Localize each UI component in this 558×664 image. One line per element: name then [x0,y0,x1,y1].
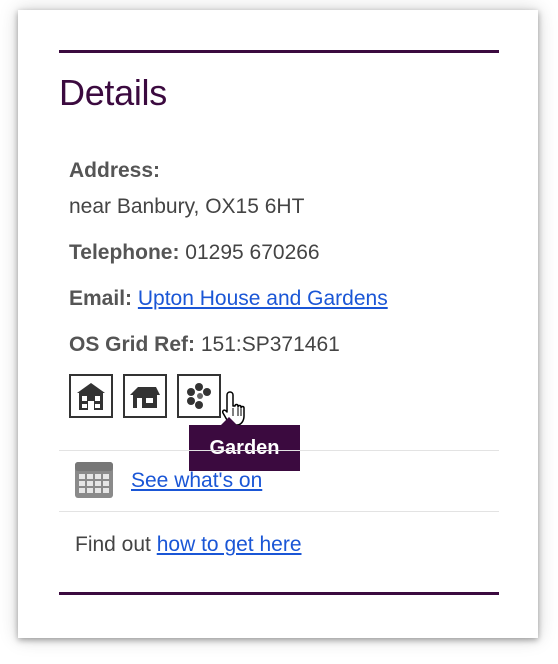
how-to-get-here-link[interactable]: how to get here [157,533,302,556]
email-row: Email: Upton House and Gardens [69,286,388,312]
telephone-value: 01295 670266 [185,241,320,264]
calendar-icon [75,462,113,503]
see-whats-on-link[interactable]: See what's on [131,469,262,492]
building-icon[interactable] [123,374,167,418]
bottom-rule [59,592,499,595]
directions-prefix: Find out [75,533,151,556]
facility-icons [69,374,221,418]
details-title: Details [59,72,167,113]
os-grid-label: OS Grid Ref: [69,333,196,356]
address-label: Address: [69,159,161,182]
address-value: near Banbury, OX15 6HT [69,195,305,218]
garden-tooltip: Garden [189,417,300,471]
garden-icon[interactable] [177,374,221,418]
os-grid-row: OS Grid Ref: 151:SP371461 [69,332,340,358]
email-label: Email: [69,287,133,310]
email-link[interactable]: Upton House and Gardens [138,287,388,310]
house-icon[interactable] [69,374,113,418]
telephone-label: Telephone: [69,241,180,264]
directions-row: Find out how to get here [75,532,302,558]
top-rule [59,50,499,53]
address-label-row: Address: [69,158,160,184]
details-card: Details Address: near Banbury, OX15 6HT … [18,10,538,638]
divider [59,450,499,451]
telephone-row: Telephone: 01295 670266 [69,240,320,266]
divider [59,511,499,512]
events-row: See what's on [131,468,262,494]
os-grid-value: 151:SP371461 [200,333,340,356]
